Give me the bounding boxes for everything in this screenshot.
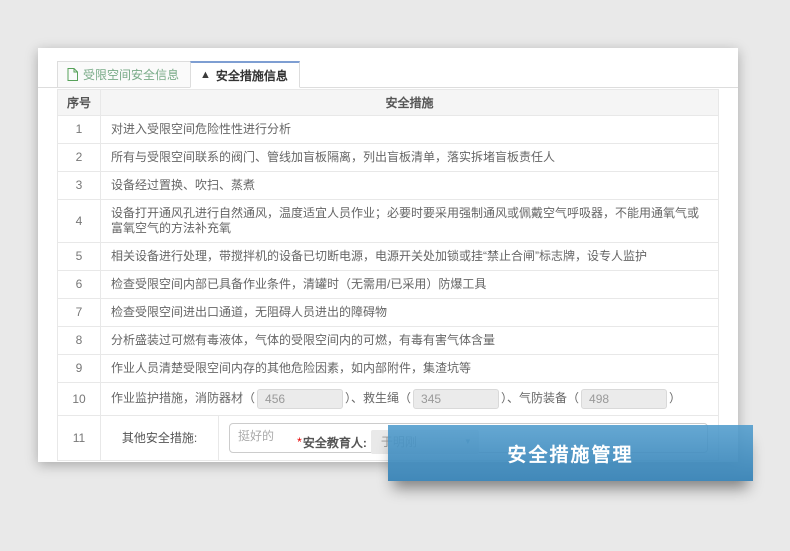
table-header-row: 序号 安全措施: [58, 90, 719, 116]
tab-label: 受限空间安全信息: [83, 66, 179, 83]
row-no: 7: [58, 299, 101, 327]
row-text: 分析盛装过可燃有毒液体，气体的受限空间内的可燃，有毒有害气体含量: [101, 327, 719, 355]
row-text: 设备经过置换、吹扫、蒸煮: [101, 172, 719, 200]
row-no: 3: [58, 172, 101, 200]
row-no: 1: [58, 116, 101, 144]
row-text: 检查受限空间内部已具备作业条件，清罐时（无需用/已采用）防爆工具: [101, 271, 719, 299]
tab-label: 安全措施信息: [216, 67, 288, 84]
tab-bar: 受限空间安全信息 ▲ 安全措施信息: [38, 48, 738, 88]
row-no: 4: [58, 200, 101, 243]
safety-measures-card: 受限空间安全信息 ▲ 安全措施信息 序号 安全措施 1 对进入受限空间危险性性进…: [38, 48, 738, 462]
table-row: 1 对进入受限空间危险性性进行分析: [58, 116, 719, 144]
table-row: 3 设备经过置换、吹扫、蒸煮: [58, 172, 719, 200]
table-row: 5 相关设备进行处理，带搅拌机的设备已切断电源，电源开关处加锁或挂“禁止合闸”标…: [58, 243, 719, 271]
page-title: 安全措施管理: [507, 440, 633, 467]
tab-confined-space-info[interactable]: 受限空间安全信息: [57, 61, 190, 88]
lifeline-input[interactable]: [413, 389, 499, 409]
row-no: 6: [58, 271, 101, 299]
table-row: 6 检查受限空间内部已具备作业条件，清罐时（无需用/已采用）防爆工具: [58, 271, 719, 299]
document-icon: [67, 68, 78, 81]
safety-educator-label: 安全教育人:: [303, 434, 367, 451]
table-row: 8 分析盛装过可燃有毒液体，气体的受限空间内的可燃，有毒有害气体含量: [58, 327, 719, 355]
row-text: 对进入受限空间危险性性进行分析: [101, 116, 719, 144]
header-measure: 安全措施: [101, 90, 719, 116]
row-no: 10: [58, 383, 101, 416]
row-text-mid1: ）、救生绳（: [345, 391, 411, 405]
required-asterisk: *: [297, 435, 302, 449]
row-no: 2: [58, 144, 101, 172]
page: 受限空间安全信息 ▲ 安全措施信息 序号 安全措施 1 对进入受限空间危险性性进…: [0, 0, 790, 551]
row-text: 相关设备进行处理，带搅拌机的设备已切断电源，电源开关处加锁或挂“禁止合闸”标志牌…: [101, 243, 719, 271]
header-no: 序号: [58, 90, 101, 116]
row-text-mid2: ）、气防装备（: [501, 391, 579, 405]
table-row: 2 所有与受限空间联系的阀门、管线加盲板隔离，列出盲板清单，落实拆堵盲板责任人: [58, 144, 719, 172]
row-no: 8: [58, 327, 101, 355]
measures-table: 序号 安全措施 1 对进入受限空间危险性性进行分析 2 所有与受限空间联系的阀门…: [57, 89, 719, 461]
row-monitoring-content: 作业监护措施，消防器材（ ）、救生绳（ ）、气防装备（ ）: [101, 383, 719, 416]
row-text: 设备打开通风孔进行自然通风，温度适宜人员作业；必要时要采用强制通风或佩戴空气呼吸…: [101, 200, 719, 243]
table-row: 9 作业人员清楚受限空间内存的其他危险因素，如内部附件，集渣坑等: [58, 355, 719, 383]
tab-safety-measures-info[interactable]: ▲ 安全措施信息: [190, 61, 300, 88]
fire-equipment-input[interactable]: [257, 389, 343, 409]
row-no: 9: [58, 355, 101, 383]
gas-protection-input[interactable]: [581, 389, 667, 409]
table-row: 4 设备打开通风孔进行自然通风，温度适宜人员作业；必要时要采用强制通风或佩戴空气…: [58, 200, 719, 243]
page-title-banner: 安全措施管理: [388, 425, 753, 481]
row-text: 所有与受限空间联系的阀门、管线加盲板隔离，列出盲板清单，落实拆堵盲板责任人: [101, 144, 719, 172]
row-no: 5: [58, 243, 101, 271]
table-row: 7 检查受限空间进出口通道，无阻碍人员进出的障碍物: [58, 299, 719, 327]
row-text-suffix: ）: [669, 391, 681, 405]
row-text: 作业人员清楚受限空间内存的其他危险因素，如内部附件，集渣坑等: [101, 355, 719, 383]
warning-triangle-icon: ▲: [200, 70, 211, 81]
row-text-prefix: 作业监护措施，消防器材（: [111, 391, 255, 405]
measures-table-wrap: 序号 安全措施 1 对进入受限空间危险性性进行分析 2 所有与受限空间联系的阀门…: [38, 88, 738, 461]
table-row-monitoring-measures: 10 作业监护措施，消防器材（ ）、救生绳（ ）、气防装备（ ）: [58, 383, 719, 416]
row-text: 检查受限空间进出口通道，无阻碍人员进出的障碍物: [101, 299, 719, 327]
